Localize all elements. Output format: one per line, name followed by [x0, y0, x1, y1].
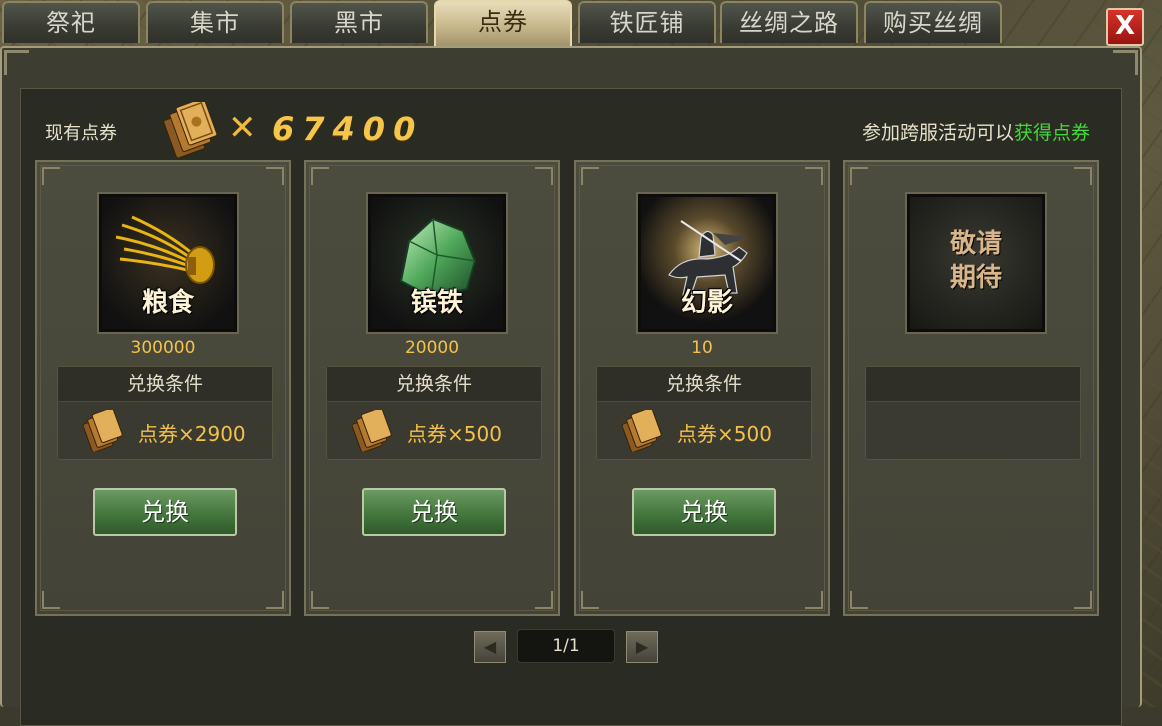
hint-prefix: 参加跨服活动可以: [861, 122, 1014, 144]
card-corner-ornament: [266, 591, 284, 609]
condition-row: 点券×2900: [58, 402, 272, 460]
exchange-card-grain: 粮食 300000 兑换条件 点券×2900 兑换: [35, 160, 291, 616]
hint-text: 参加跨服活动可以获得点券: [862, 118, 1090, 145]
tab-vouchers[interactable]: 点券: [434, 0, 572, 46]
item-quantity: 20000: [404, 338, 460, 358]
tab-bar: 祭祀 集市 黑市 点券 铁匠铺 丝绸之路 购买丝绸: [0, 0, 1100, 46]
tab-silk-road[interactable]: 丝绸之路: [720, 1, 858, 43]
condition-title: 兑换条件: [327, 367, 541, 402]
card-corner-ornament: [535, 167, 553, 185]
voucher-icon: [82, 410, 123, 452]
voucher-amount: 67400: [272, 110, 424, 148]
condition-row: 点券×500: [597, 402, 811, 460]
voucher-icon: [351, 410, 392, 452]
item-icon-frame: 幻影: [638, 194, 776, 332]
item-icon-frame: 粮食: [99, 194, 237, 332]
exchange-card-iron: 镔铁 20000 兑换条件 点券×500 兑换: [304, 160, 560, 616]
panel-corner-ornament: [1113, 50, 1138, 75]
multiply-sign: ✕: [228, 108, 257, 148]
item-name: 镔铁: [410, 288, 463, 318]
tab-sacrifice[interactable]: 祭祀: [2, 1, 140, 43]
card-corner-ornament: [42, 167, 60, 185]
card-corner-ornament: [850, 167, 868, 185]
card-corner-ornament: [581, 591, 599, 609]
exchange-card-phantom: 幻影 10 兑换条件 点券×500 兑换: [574, 160, 830, 616]
voucher-cost: 点券×2900: [138, 422, 246, 446]
exchange-button[interactable]: 兑换: [632, 488, 776, 536]
card-corner-ornament: [535, 591, 553, 609]
coming-soon-line1: 敬请: [949, 229, 1002, 259]
voucher-cost: 点券×500: [407, 422, 502, 446]
card-corner-ornament: [311, 167, 329, 185]
card-corner-ornament: [805, 591, 823, 609]
get-vouchers-link[interactable]: 获得点券: [1014, 122, 1090, 144]
card-corner-ornament: [266, 167, 284, 185]
card-corner-ornament: [581, 167, 599, 185]
tab-black-market[interactable]: 黑市: [290, 1, 428, 43]
voucher-stack-icon: [163, 102, 218, 158]
condition-title: 兑换条件: [58, 367, 272, 402]
card-corner-ornament: [1074, 591, 1092, 609]
condition-title-empty: [866, 367, 1080, 402]
condition-title: 兑换条件: [597, 367, 811, 402]
close-button[interactable]: X: [1106, 8, 1144, 46]
prev-page-button[interactable]: ◀: [474, 631, 506, 663]
item-quantity: 300000: [130, 338, 196, 358]
voucher-icon: [621, 410, 662, 452]
exchange-button[interactable]: 兑换: [93, 488, 237, 536]
coming-soon-line2: 期待: [949, 263, 1002, 293]
card-corner-ornament: [311, 591, 329, 609]
voucher-cost: 点券×500: [677, 422, 772, 446]
exchange-condition-box: 兑换条件 点券×500: [596, 366, 812, 460]
current-vouchers-label: 现有点券: [45, 123, 117, 144]
item-name: 幻影: [680, 288, 733, 318]
card-corner-ornament: [805, 167, 823, 185]
exchange-condition-box: 兑换条件 点券×500: [326, 366, 542, 460]
item-quantity: 10: [691, 338, 713, 358]
tab-buy-silk[interactable]: 购买丝绸: [864, 1, 1002, 43]
card-corner-ornament: [42, 591, 60, 609]
empty-condition-box: [865, 366, 1081, 460]
coming-soon-text: 敬请 期待: [910, 227, 1042, 295]
item-name: 粮食: [141, 288, 194, 318]
card-corner-ornament: [1074, 167, 1092, 185]
condition-row: 点券×500: [327, 402, 541, 460]
next-page-button[interactable]: ▶: [626, 631, 658, 663]
panel-corner-ornament: [4, 50, 29, 75]
item-icon-frame: 镔铁: [368, 194, 506, 332]
exchange-button[interactable]: 兑换: [362, 488, 506, 536]
exchange-condition-box: 兑换条件 点券×2900: [57, 366, 273, 460]
coming-soon-frame: 敬请 期待: [907, 194, 1045, 332]
page-indicator: 1/1: [517, 629, 615, 663]
exchange-card-coming-soon: 敬请 期待: [843, 160, 1099, 616]
card-corner-ornament: [850, 591, 868, 609]
tab-market[interactable]: 集市: [146, 1, 284, 43]
tab-blacksmith[interactable]: 铁匠铺: [578, 1, 716, 43]
